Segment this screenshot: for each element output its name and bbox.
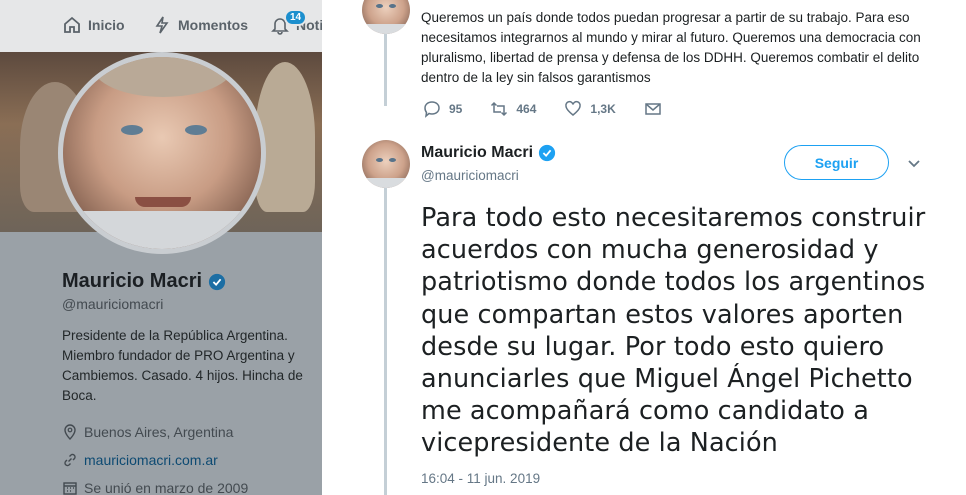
home-icon bbox=[64, 16, 80, 33]
nav-home-label: Inicio bbox=[88, 17, 125, 33]
profile-joined-text: Se unió en marzo de 2009 bbox=[84, 480, 249, 495]
message-action[interactable] bbox=[644, 100, 662, 118]
profile-website-link[interactable]: mauriciomacri.com.ar bbox=[84, 452, 218, 468]
verified-icon bbox=[538, 144, 556, 162]
follow-button[interactable]: Seguir bbox=[784, 145, 889, 180]
profile-location: Buenos Aires, Argentina bbox=[62, 424, 233, 440]
heart-icon bbox=[565, 100, 582, 116]
profile-name-text: Mauricio Macri bbox=[62, 270, 203, 292]
previous-tweet-avatar[interactable] bbox=[362, 0, 410, 34]
profile-joined: Se unió en marzo de 2009 bbox=[62, 480, 248, 495]
reply-action[interactable]: 95 bbox=[423, 100, 462, 118]
profile-website[interactable]: mauriciomacri.com.ar bbox=[62, 452, 218, 468]
nav-moments[interactable]: Momentos bbox=[152, 15, 248, 35]
verified-icon bbox=[208, 273, 226, 290]
tweet-author-name[interactable]: Mauricio Macri bbox=[421, 144, 556, 162]
reply-count: 95 bbox=[449, 102, 463, 116]
tweet-author-name-text: Mauricio Macri bbox=[421, 144, 534, 161]
main-tweet-avatar[interactable] bbox=[362, 140, 410, 188]
previous-tweet-actions: 95 464 1,3K bbox=[423, 100, 690, 118]
nav-moments-label: Momentos bbox=[178, 17, 248, 33]
retweet-action[interactable]: 464 bbox=[490, 100, 536, 118]
profile-bio: Presidente de la República Argentina. Mi… bbox=[62, 328, 303, 403]
retweet-icon bbox=[491, 101, 508, 117]
envelope-icon bbox=[645, 103, 661, 115]
profile-name[interactable]: Mauricio Macri bbox=[62, 270, 226, 293]
profile-handle[interactable]: @mauriciomacri bbox=[62, 296, 163, 312]
notification-count-badge: 14 bbox=[284, 9, 308, 26]
tweet-timestamp[interactable]: 16:04 - 11 jun. 2019 bbox=[421, 471, 540, 486]
profile-location-text: Buenos Aires, Argentina bbox=[84, 424, 234, 440]
calendar-icon bbox=[63, 482, 77, 495]
tweet-author-handle[interactable]: @mauriciomacri bbox=[421, 168, 519, 183]
lightning-icon bbox=[155, 16, 169, 34]
profile-avatar[interactable] bbox=[58, 52, 266, 254]
retweet-count: 464 bbox=[516, 102, 537, 116]
thread-connector bbox=[384, 188, 387, 495]
thread-connector bbox=[384, 30, 387, 106]
page: Inicio Momentos 14 Notif Mauricio Macri … bbox=[0, 0, 966, 495]
like-count: 1,3K bbox=[590, 102, 616, 116]
location-pin-icon bbox=[64, 424, 76, 440]
nav-notifications[interactable]: 14 Notif bbox=[270, 9, 328, 35]
reply-icon bbox=[424, 101, 440, 118]
tweet-text: Para todo esto necesitaremos construir a… bbox=[421, 203, 926, 459]
like-action[interactable]: 1,3K bbox=[564, 100, 616, 118]
nav-home[interactable]: Inicio bbox=[62, 15, 125, 35]
link-icon bbox=[64, 453, 76, 467]
previous-tweet-text: Queremos un país donde todos puedan prog… bbox=[421, 10, 921, 85]
chevron-down-icon[interactable] bbox=[905, 155, 923, 173]
